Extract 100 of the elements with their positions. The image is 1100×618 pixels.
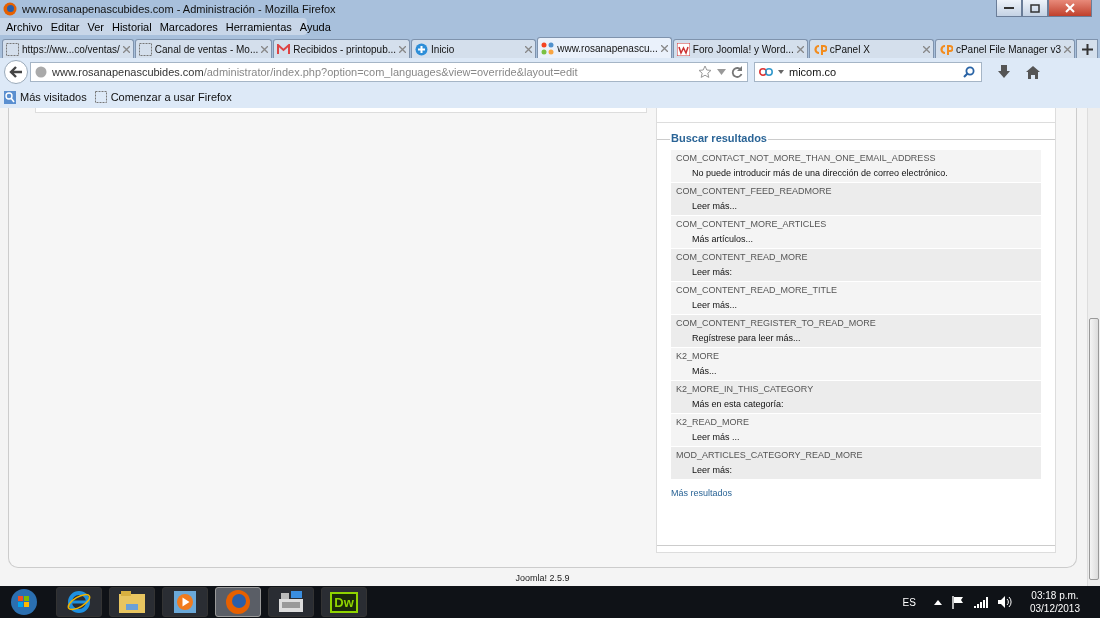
- result-key: K2_MORE_IN_THIS_CATEGORY: [676, 384, 1036, 394]
- result-item[interactable]: K2_MORE Más...: [671, 348, 1041, 380]
- menu-item[interactable]: Editar: [46, 20, 84, 33]
- close-icon[interactable]: [660, 44, 668, 52]
- plus-circle-icon: [415, 42, 429, 56]
- menu-item[interactable]: Ayuda: [295, 20, 335, 33]
- result-key: COM_CONTENT_FEED_READMORE: [676, 186, 1036, 196]
- close-icon[interactable]: [525, 45, 533, 53]
- back-arrow-icon: [9, 66, 23, 78]
- result-item[interactable]: K2_READ_MORE Leer más ...: [671, 414, 1041, 446]
- download-icon[interactable]: [998, 65, 1010, 79]
- page-icon: [94, 91, 107, 103]
- result-value: Regístrese para leer más...: [691, 333, 802, 343]
- back-button[interactable]: [4, 60, 28, 84]
- plus-icon: [1081, 43, 1093, 55]
- result-value: Leer más ...: [691, 432, 741, 442]
- result-item[interactable]: K2_MORE_IN_THIS_CATEGORY Más en esta categoría:: [671, 381, 1041, 413]
- magnifier-icon: [4, 90, 16, 104]
- footer-text: Joomla! 2.5.9: [515, 573, 570, 583]
- menu-item[interactable]: Ver: [83, 20, 108, 33]
- dropdown-icon[interactable]: [717, 69, 726, 75]
- window-title: www.rosanapenascubides.com - Administración - Mozilla Firefox: [22, 3, 336, 15]
- result-item[interactable]: COM_CONTENT_REGISTER_TO_READ_MORE Regístrese para leer más...: [671, 315, 1041, 347]
- close-icon[interactable]: [399, 45, 407, 53]
- browser-tab[interactable]: cPanel X: [808, 39, 934, 58]
- scrollbar[interactable]: [1087, 108, 1100, 586]
- star-icon[interactable]: [698, 65, 712, 79]
- maximize-icon: [1030, 3, 1040, 13]
- browser-e-icon: [66, 589, 92, 615]
- browser-tab[interactable]: Recibidos - printopub...: [273, 39, 411, 58]
- page-icon: [6, 42, 19, 56]
- dropdown-icon[interactable]: [778, 70, 784, 74]
- speaker-icon[interactable]: [997, 596, 1012, 608]
- close-icon[interactable]: [1064, 45, 1071, 53]
- browser-tab[interactable]: Canal de ventas - Mo...: [134, 39, 273, 58]
- cash-register-icon: [277, 590, 305, 614]
- result-value: Leer más...: [691, 201, 739, 211]
- result-value: Leer más...: [691, 300, 739, 310]
- result-key: COM_CONTENT_MORE_ARTICLES: [676, 219, 1036, 229]
- flag-icon[interactable]: [951, 595, 964, 609]
- caret-icon[interactable]: [933, 599, 942, 605]
- result-key: COM_CONTENT_READ_MORE_TITLE: [676, 285, 1036, 295]
- result-item[interactable]: COM_CONTENT_READ_MORE Leer más:: [671, 249, 1041, 281]
- result-item[interactable]: MOD_ARTICLES_CATEGORY_READ_MORE Leer más:: [671, 447, 1041, 479]
- clock-time: 03:18 p.m.: [1031, 589, 1079, 602]
- menu-item[interactable]: Herramientas: [221, 20, 296, 33]
- close-button[interactable]: [1048, 0, 1092, 17]
- mail-icon: [277, 43, 291, 55]
- maximize-button[interactable]: [1022, 0, 1048, 17]
- close-icon[interactable]: [261, 45, 269, 53]
- taskbar-app[interactable]: [109, 587, 155, 617]
- taskbar-app[interactable]: [162, 587, 208, 617]
- minimize-button[interactable]: [996, 0, 1022, 17]
- home-icon[interactable]: [1026, 65, 1040, 79]
- language-indicator[interactable]: ES: [902, 596, 916, 608]
- result-value: Más en esta categoría:: [691, 399, 785, 409]
- browser-tab[interactable]: Foro Joomla! y Word...: [672, 39, 808, 58]
- result-key: COM_CONTENT_REGISTER_TO_READ_MORE: [676, 318, 1036, 328]
- bookmark-item[interactable]: Comenzar a usar Firefox: [94, 91, 232, 103]
- close-icon[interactable]: [796, 45, 804, 53]
- result-item[interactable]: COM_CONTENT_FEED_READMORE Leer más...: [671, 183, 1041, 215]
- panel-legend: Buscar resultados: [670, 132, 768, 144]
- search-field[interactable]: micom.co: [754, 62, 982, 82]
- more-results-link[interactable]: Más resultados: [671, 488, 1041, 498]
- result-item[interactable]: COM_CONTACT_NOT_MORE_THAN_ONE_EMAIL_ADDRESS No puede introducir más de una dirección de correo electrónico.: [671, 150, 1041, 182]
- minimize-icon: [1004, 6, 1014, 10]
- browser-tab[interactable]: www.rosanapenascu...: [537, 37, 672, 58]
- taskbar-app[interactable]: [268, 587, 314, 617]
- browser-tab[interactable]: https://ww...co/ventas/: [2, 39, 134, 58]
- menu-item[interactable]: Historial: [107, 20, 156, 33]
- menu-item[interactable]: Archivo: [2, 20, 47, 33]
- result-value: Leer más:: [691, 465, 734, 475]
- new-tab-button[interactable]: [1076, 39, 1098, 58]
- page-icon: [138, 42, 152, 56]
- search-engine-icon: [759, 66, 773, 78]
- result-value: Más artículos...: [691, 234, 755, 244]
- dreamweaver-button[interactable]: Dw: [321, 587, 367, 617]
- result-key: COM_CONTACT_NOT_MORE_THAN_ONE_EMAIL_ADDRESS: [676, 153, 1036, 163]
- result-key: K2_MORE: [676, 351, 1036, 361]
- result-value: No puede introducir más de una dirección de correo electrónico.: [691, 168, 949, 178]
- result-key: MOD_ARTICLES_CATEGORY_READ_MORE: [676, 450, 1036, 460]
- result-value: Leer más:: [691, 267, 734, 277]
- result-key: COM_CONTENT_READ_MORE: [676, 252, 1036, 262]
- clock-date: 03/12/2013: [1029, 602, 1080, 615]
- close-icon[interactable]: [922, 45, 930, 53]
- bookmark-item[interactable]: Más visitados: [4, 90, 87, 104]
- signal-icon[interactable]: [973, 596, 988, 608]
- reload-icon[interactable]: [731, 66, 743, 78]
- browser-tab[interactable]: Inicio: [411, 39, 537, 58]
- taskbar-app[interactable]: [56, 587, 102, 617]
- result-item[interactable]: COM_CONTENT_READ_MORE_TITLE Leer más...: [671, 282, 1041, 314]
- close-icon[interactable]: [122, 45, 130, 53]
- menu-item[interactable]: Marcadores: [155, 20, 222, 33]
- result-value: Más...: [691, 366, 718, 376]
- result-key: K2_READ_MORE: [676, 417, 1036, 427]
- browser-tab[interactable]: cPanel File Manager v3: [934, 39, 1075, 58]
- search-icon[interactable]: [963, 66, 975, 78]
- address-bar[interactable]: www.rosanapenascubides.com/administrator/index.php?option=com_languages&view=override&layout=edit: [30, 62, 748, 82]
- folder-icon: [119, 591, 145, 613]
- result-item[interactable]: COM_CONTENT_MORE_ARTICLES Más artículos...: [671, 216, 1041, 248]
